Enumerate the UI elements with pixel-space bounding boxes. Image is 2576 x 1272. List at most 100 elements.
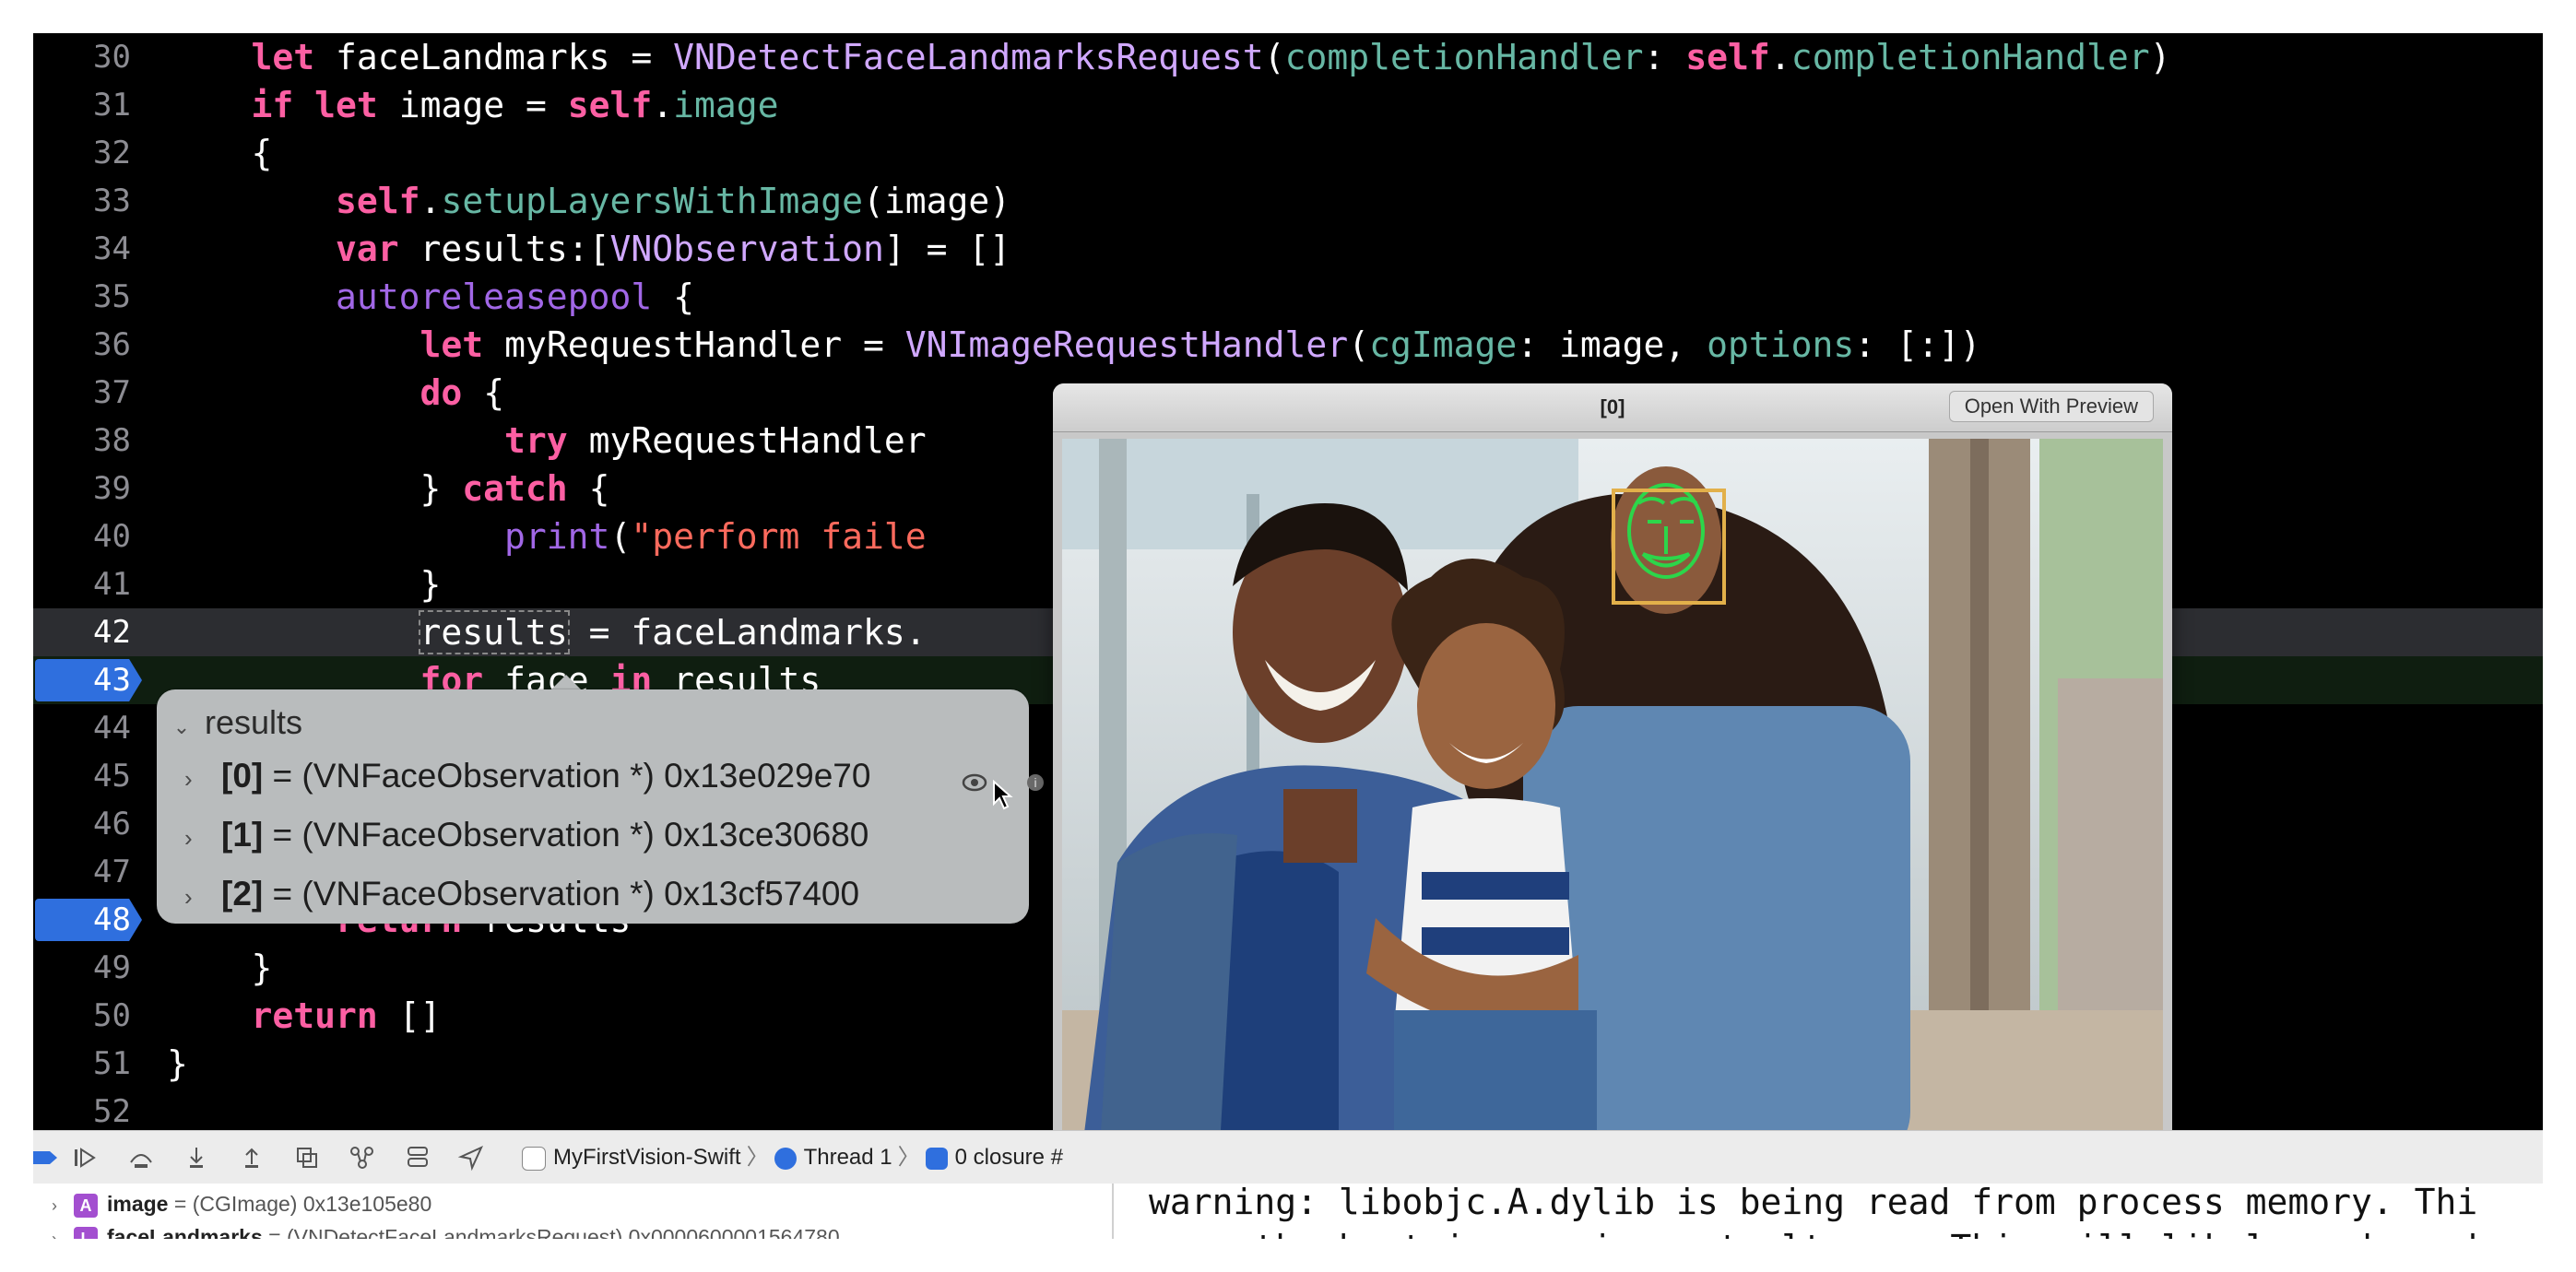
line-number[interactable]: 42 (33, 608, 131, 656)
code-text[interactable]: print("perform faile (167, 512, 927, 560)
variable-popover: ⌄ results › [0] = (VNFaceObservation *) 0… (157, 689, 1044, 924)
code-line[interactable]: 32 { (33, 129, 2543, 177)
code-token: VNDetectFaceLandmarksRequest (673, 37, 1264, 77)
step-into-icon[interactable] (183, 1144, 210, 1172)
chevron-right-icon[interactable]: › (184, 812, 221, 864)
variables-view: › Aimage = (CGImage) 0x13e105e80 › LfaceLa… (33, 1184, 1112, 1239)
open-with-preview-button[interactable]: Open With Preview (1948, 391, 2154, 422)
variable-value: = (VNDetectFaceLandmarksRequest) 0x00006… (262, 1225, 840, 1239)
code-line[interactable]: 33 self.setupLayersWithImage(image) (33, 177, 2543, 225)
variable-value: = (CGImage) 0x13e105e80 (168, 1192, 432, 1216)
code-token: [] (377, 995, 442, 1036)
code-token: let (251, 37, 315, 77)
code-text[interactable]: } (167, 560, 442, 608)
breakpoints-toggle-icon[interactable] (33, 1144, 61, 1172)
popover-item-0[interactable]: › [0] = (VNFaceObservation *) 0x13e029e70 (184, 750, 870, 802)
code-text[interactable]: let faceLandmarks = VNDetectFaceLandmark… (167, 33, 2171, 81)
code-text[interactable]: try myRequestHandler (167, 417, 927, 465)
code-line[interactable]: 30 let faceLandmarks = VNDetectFaceLandm… (33, 33, 2543, 81)
code-text[interactable]: } (167, 944, 273, 992)
chevron-right-icon[interactable]: › (52, 1189, 74, 1222)
code-token: let (419, 324, 484, 365)
code-token: { (462, 372, 505, 413)
line-number[interactable]: 32 (33, 129, 131, 177)
line-number[interactable]: 40 (33, 512, 131, 560)
preview-titlebar: [0] Open With Preview (1053, 383, 2172, 432)
continue-icon[interactable] (72, 1144, 100, 1172)
line-number[interactable]: 36 (33, 321, 131, 369)
code-line[interactable]: 36 let myRequestHandler = VNImageRequest… (33, 321, 2543, 369)
variable-type-icon: A (74, 1193, 98, 1218)
step-out-icon[interactable] (238, 1144, 266, 1172)
line-number[interactable]: 34 (33, 225, 131, 273)
code-text[interactable]: results = faceLandmarks. (167, 608, 927, 656)
chevron-right-icon[interactable]: › (52, 1222, 74, 1239)
crumb-target[interactable]: MyFirstVision-Swift (553, 1145, 741, 1170)
line-number[interactable]: 49 (33, 944, 131, 992)
variable-type-icon: L (74, 1226, 98, 1239)
crumb-thread[interactable]: Thread 1 (804, 1145, 892, 1170)
debug-view-hierarchy-icon[interactable] (293, 1144, 321, 1172)
popover-item-2[interactable]: › [2] = (VNFaceObservation *) 0x13cf57400 (184, 868, 859, 920)
line-number[interactable]: 37 (33, 369, 131, 417)
line-number[interactable]: 46 (33, 800, 131, 848)
line-number[interactable]: 52 (33, 1088, 131, 1136)
line-number[interactable]: 30 (33, 33, 131, 81)
code-token: self (567, 85, 653, 125)
code-text[interactable]: autoreleasepool { (167, 273, 694, 321)
debug-console[interactable]: warning: libobjc.A.dylib is being read f… (1112, 1184, 2543, 1239)
popover-header[interactable]: ⌄ results (168, 702, 302, 743)
line-number[interactable]: 39 (33, 465, 131, 512)
code-text[interactable]: } (167, 1040, 188, 1088)
chevron-right-icon[interactable]: › (184, 871, 221, 923)
line-number[interactable]: 41 (33, 560, 131, 608)
simulate-location-icon[interactable] (457, 1144, 485, 1172)
code-line[interactable]: 35 autoreleasepool { (33, 273, 2543, 321)
info-icon[interactable]: i (1027, 774, 1044, 791)
line-number[interactable]: 44 (33, 704, 131, 752)
line-number[interactable]: 50 (33, 992, 131, 1040)
line-number[interactable]: 45 (33, 752, 131, 800)
environment-overrides-icon[interactable] (404, 1144, 431, 1172)
code-line[interactable]: 34 var results:[VNObservation] = [] (33, 225, 2543, 273)
code-text[interactable]: return [] (167, 992, 442, 1040)
code-text[interactable]: { (167, 129, 273, 177)
line-number[interactable]: 48 (33, 896, 131, 944)
console-line: the host is running a tooltrace. This wi… (1149, 1228, 2499, 1239)
line-number[interactable]: 33 (33, 177, 131, 225)
popover-item-1[interactable]: › [1] = (VNFaceObservation *) 0x13ce30680 (184, 809, 869, 861)
code-text[interactable]: } catch { (167, 465, 610, 512)
code-text[interactable]: var results:[VNObservation] = [] (167, 225, 1010, 273)
code-token: : (1643, 37, 1686, 77)
code-text[interactable]: self.setupLayersWithImage(image) (167, 177, 1010, 225)
variable-row[interactable]: › LfaceLandmarks = (VNDetectFaceLandmarks… (52, 1220, 840, 1239)
code-text[interactable]: let myRequestHandler = VNImageRequestHan… (167, 321, 1981, 369)
code-line[interactable]: 31 if let image = self.image (33, 81, 2543, 129)
line-number[interactable]: 47 (33, 848, 131, 896)
line-number[interactable]: 35 (33, 273, 131, 321)
variable-row[interactable]: › Aimage = (CGImage) 0x13e105e80 (52, 1187, 431, 1220)
code-token: (image) (863, 181, 1011, 221)
line-number[interactable]: 38 (33, 417, 131, 465)
line-number[interactable]: 31 (33, 81, 131, 129)
variable-name: image (107, 1192, 169, 1216)
step-over-icon[interactable] (127, 1144, 155, 1172)
code-token: ( (1348, 324, 1370, 365)
code-text[interactable]: do { (167, 369, 505, 417)
code-token: results:[ (398, 229, 610, 269)
crumb-frame[interactable]: 0 closure # (955, 1145, 1063, 1170)
quick-look-eye-icon[interactable] (961, 769, 988, 796)
chevron-right-icon[interactable]: › (184, 753, 221, 805)
line-number[interactable]: 51 (33, 1040, 131, 1088)
code-text[interactable]: if let image = self.image (167, 81, 779, 129)
line-number[interactable]: 43 (33, 656, 131, 704)
memory-graph-icon[interactable] (349, 1144, 376, 1172)
code-token: } (167, 1043, 188, 1084)
chevron-down-icon[interactable]: ⌄ (168, 707, 195, 748)
code-token: return (251, 995, 378, 1036)
